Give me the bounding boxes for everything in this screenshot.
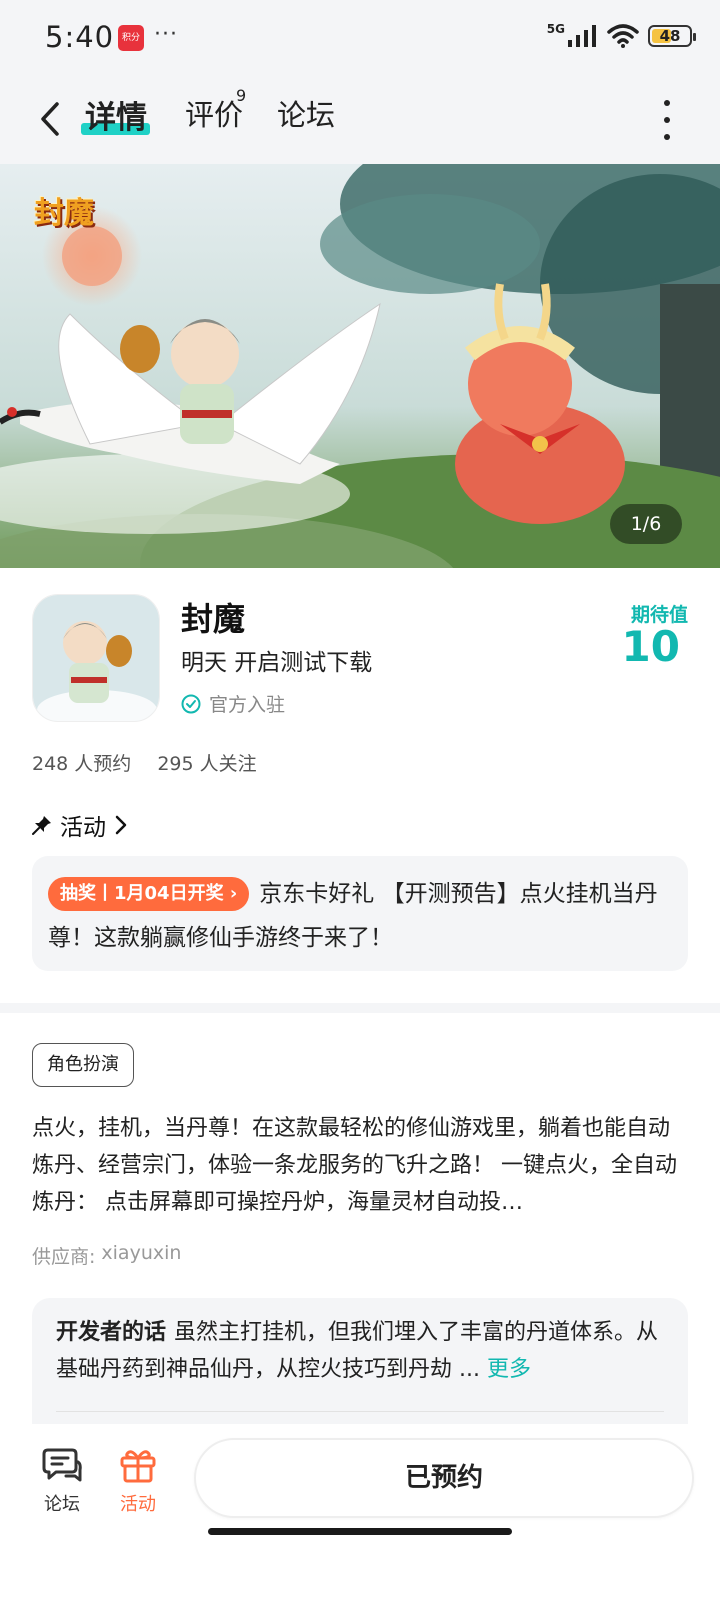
lottery-badge: 抽奖丨1月04日开奖 › [48,877,250,911]
status-bar: 5:40 积分 ··· 5G 48 [0,0,720,78]
more-options-button[interactable] [660,100,674,140]
app-icon [32,594,160,722]
wifi-icon [607,24,639,48]
signal-icon [568,25,596,47]
bottom-forum-button[interactable]: 论坛 [34,1446,90,1516]
battery-level: 48 [659,27,681,45]
forum-icon [42,1448,82,1482]
section-divider [0,1003,720,1013]
pin-icon [32,816,51,835]
activity-heading: 活动 [60,815,106,841]
supplier-name: xiayuxin [101,1242,182,1264]
battery-icon: 48 [648,25,696,47]
supplier-info: 供应商: xiayuxin [32,1242,181,1269]
notification-app-icon: 积分 [118,25,144,51]
supplier-label: 供应商: [32,1246,96,1268]
bottom-forum-label: 论坛 [44,1494,80,1515]
follower-count: 295 人关注 [157,753,257,775]
status-time: 5:40 [45,20,115,54]
review-count: 9 [236,86,247,105]
developer-note-card[interactable]: 开发者的话 虽然主打挂机，但我们埋入了丰富的丹道体系。从基础丹药到神品仙丹，从控火… [32,1298,688,1424]
tab-review[interactable]: 评价 [185,92,243,134]
official-label: 官方入驻 [209,694,286,716]
developer-note-divider [56,1411,664,1412]
status-indicators: 5G 48 [546,22,696,48]
banner-image [0,164,720,568]
banner-carousel[interactable]: 封魔 1/6 [0,164,720,568]
genre-tag[interactable]: 角色扮演 [32,1043,134,1087]
banner-page-counter: 1/6 [610,504,682,544]
lottery-badge-label: 抽奖丨1月04日开奖 [60,883,224,904]
tab-detail[interactable]: 详情 [85,92,147,137]
verified-check-icon [181,694,201,713]
chevron-left-icon [41,102,59,136]
gift-icon [120,1450,156,1483]
app-name: 封魔 [181,600,246,638]
top-nav: 详情 评价 9 论坛 [0,78,720,164]
app-release-info: 明天 开启测试下载 [181,650,373,676]
activity-card[interactable]: 抽奖丨1月04日开奖 › 京东卡好礼 【开测预告】点火挂机当丹尊！这款躺赢修仙手游… [32,856,688,971]
more-notifications-icon: ··· [154,22,178,47]
activity-section-link[interactable]: 活动 [32,808,128,842]
bottom-action-bar: 论坛 活动 已预约 [0,1424,720,1600]
official-badge: 官方入驻 [181,690,285,717]
developer-note-more-link[interactable]: 更多 [487,1357,531,1382]
app-stats: 248 人预约 295 人关注 [32,749,257,776]
reservation-count: 248 人预约 [32,753,132,775]
game-description[interactable]: 点火，挂机，当丹尊！在这款最轻松的修仙游戏里，躺着也能自动炼丹、经营宗门，体验一… [32,1110,688,1221]
back-button[interactable] [30,96,70,142]
game-logo: 封魔 [34,196,94,231]
bottom-activity-label: 活动 [120,1494,156,1515]
reserved-button[interactable]: 已预约 [194,1438,694,1518]
expectation-value: 10 [621,622,680,671]
home-indicator[interactable] [208,1528,512,1535]
bottom-activity-button[interactable]: 活动 [110,1446,166,1516]
network-type: 5G [546,22,565,36]
chevron-right-icon [115,815,127,835]
tab-forum[interactable]: 论坛 [277,92,335,134]
developer-note-title: 开发者的话 [56,1320,167,1345]
